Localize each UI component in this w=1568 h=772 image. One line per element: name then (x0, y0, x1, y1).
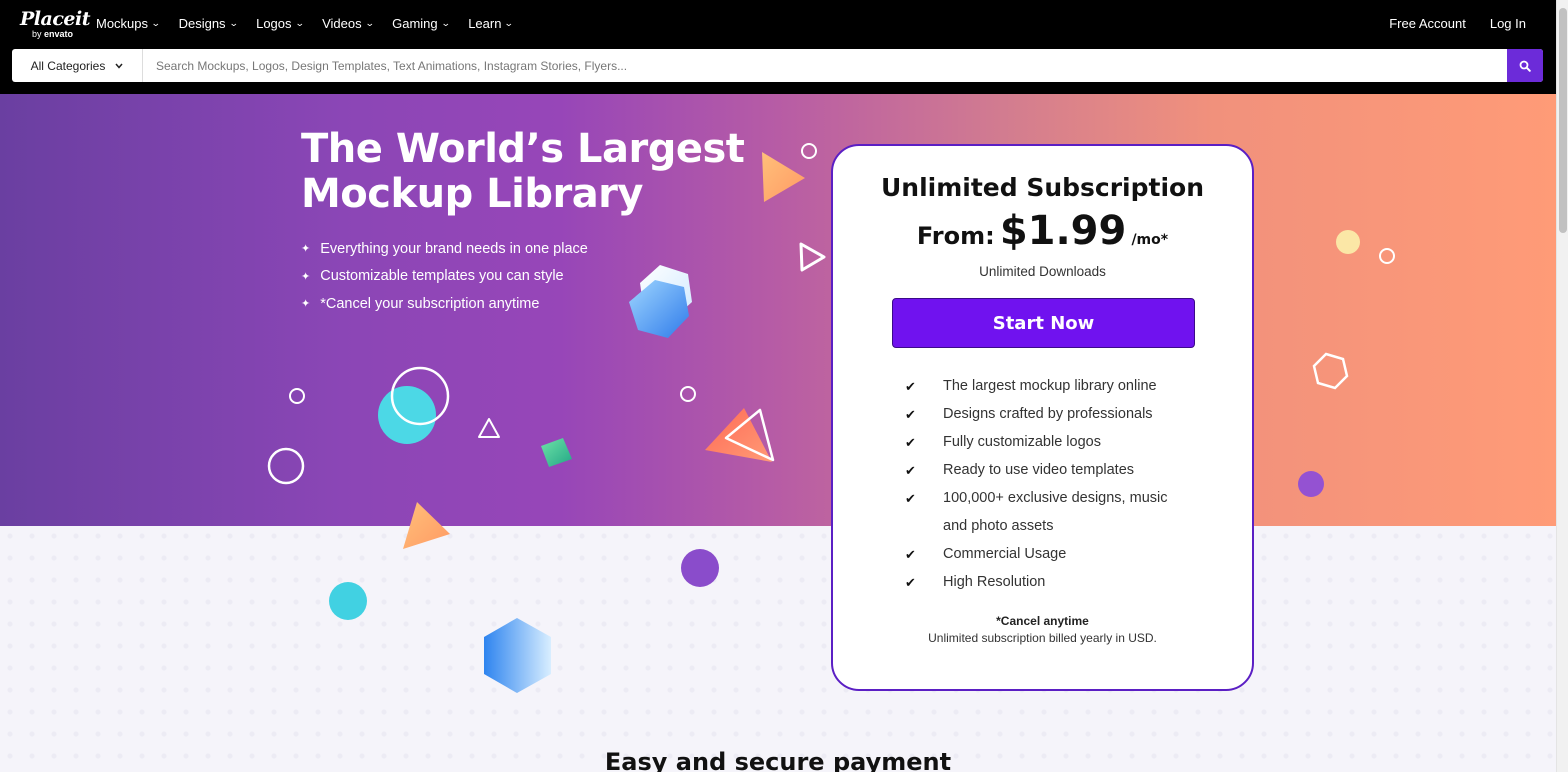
check-icon: ✔ (905, 491, 916, 506)
feature-text: Fully customizable logos (943, 434, 1101, 450)
chevron-down-icon: ⌄ (228, 18, 239, 28)
free-account-link[interactable]: Free Account (1389, 16, 1466, 31)
feature-item: ✔ 100,000+ exclusive designs, music and p… (905, 485, 1205, 540)
cancel-note: *Cancel anytime (996, 614, 1089, 628)
diamond-shape (541, 438, 572, 467)
pricing-card: Unlimited Subscription From: $1.99 /mo* … (831, 144, 1254, 691)
ring-shape (1379, 248, 1395, 264)
triangle-shape (403, 502, 450, 549)
page-scrollbar[interactable] (1556, 0, 1568, 772)
feature-text: The largest mockup library online (943, 378, 1157, 394)
feature-text: Ready to use video templates (943, 462, 1135, 478)
check-icon: ✔ (905, 407, 916, 422)
ring-shape (680, 386, 696, 402)
menu-label: Designs (178, 16, 226, 31)
menu-item-videos[interactable]: Videos ⌄ (322, 16, 375, 31)
logo-by: by (32, 29, 42, 39)
account-links: Free Account Log In (1389, 16, 1526, 31)
menu-item-designs[interactable]: Designs ⌄ (178, 16, 239, 31)
placeit-logo[interactable]: Placeit by envato (20, 9, 90, 39)
circle-shape (329, 582, 367, 620)
menu-label: Videos (322, 16, 362, 31)
payment-section-heading: Easy and secure payment (604, 748, 952, 772)
triangle-shape (762, 152, 805, 202)
circle-shape (681, 549, 719, 587)
circle-shape (378, 386, 436, 444)
feature-item: ✔ The largest mockup library online (905, 373, 1205, 401)
search-input[interactable] (143, 49, 1507, 82)
chevron-down-icon: ⌄ (150, 18, 161, 28)
ring-shape (289, 388, 305, 404)
circle-shape (1298, 471, 1324, 497)
feature-item: ✔ Ready to use video templates (905, 457, 1205, 485)
downloads-label: Unlimited Downloads (979, 264, 1106, 279)
logo-brand: envato (44, 29, 74, 39)
menu-item-mockups[interactable]: Mockups ⌄ (96, 16, 161, 31)
ring-shape (267, 447, 305, 485)
triangle-outline-shape (478, 418, 500, 438)
chevron-down-icon: ⌄ (364, 18, 375, 28)
feature-text: 100,000+ exclusive designs, music and ph… (943, 490, 1168, 534)
feature-text: High Resolution (943, 573, 1046, 590)
logo-byline: by envato (32, 29, 90, 39)
menu-label: Mockups (96, 16, 149, 31)
feature-item: ✔ Designs crafted by professionals (905, 401, 1205, 429)
feature-list: ✔ The largest mockup library online ✔ Desi… (905, 373, 1205, 597)
top-navigation: Placeit by envato Mockups ⌄ Designs ⌄ Logo… (0, 0, 1568, 94)
check-icon: ✔ (905, 379, 916, 394)
feature-item: ✔ Fully customizable logos (905, 429, 1205, 457)
hexagon-outline-shape (1312, 352, 1349, 390)
menu-item-learn[interactable]: Learn ⌄ (468, 16, 515, 31)
circle-shape (1336, 230, 1360, 254)
menu-label: Gaming (392, 16, 438, 31)
feature-item: ✔ Commercial Usage (905, 541, 1205, 569)
price-row: From: $1.99 /mo* (833, 208, 1252, 254)
price-from-label: From: (916, 222, 995, 250)
pricing-title: Unlimited Subscription (880, 173, 1205, 202)
feature-text: Designs crafted by professionals (943, 406, 1153, 422)
decorative-shapes (267, 143, 1395, 693)
chevron-down-icon: ⌄ (504, 18, 515, 28)
ring-shape (801, 143, 817, 159)
scrollbar-thumb[interactable] (1559, 8, 1567, 233)
menu-item-gaming[interactable]: Gaming ⌄ (392, 16, 451, 31)
menu-label: Logos (256, 16, 292, 31)
login-link[interactable]: Log In (1490, 16, 1526, 31)
check-icon: ✔ (905, 463, 916, 478)
search-icon (1519, 60, 1531, 72)
hexagon-shape (484, 618, 551, 693)
nav-row: Placeit by envato Mockups ⌄ Designs ⌄ Logo… (0, 0, 1556, 48)
hexagon-shape (629, 280, 689, 338)
triangle-outline-shape (799, 242, 826, 272)
chevron-down-icon: ⌄ (440, 18, 451, 28)
menu-label: Learn (468, 16, 502, 31)
category-select[interactable]: All Categories (12, 49, 143, 82)
category-label: All Categories (30, 58, 106, 73)
check-icon: ✔ (905, 435, 916, 450)
check-icon: ✔ (905, 574, 916, 590)
logo-name: Placeit (20, 8, 90, 30)
chevron-down-icon (115, 63, 123, 69)
main-menu: Mockups ⌄ Designs ⌄ Logos ⌄ Videos ⌄ Gaming ⌄… (96, 16, 515, 31)
chevron-down-icon: ⌄ (294, 18, 305, 28)
search-bar: All Categories (12, 49, 1543, 82)
search-button[interactable] (1507, 49, 1543, 82)
check-icon: ✔ (905, 546, 916, 562)
price-period: /mo* (1131, 232, 1169, 248)
feature-text: Commercial Usage (943, 545, 1067, 562)
price-amount: $1.99 (999, 208, 1127, 254)
feature-item: ✔ High Resolution (905, 569, 1205, 597)
billing-note: Unlimited subscription billed yearly in … (928, 631, 1157, 645)
menu-item-logos[interactable]: Logos ⌄ (256, 16, 305, 31)
start-now-button[interactable]: Start Now (892, 298, 1195, 348)
